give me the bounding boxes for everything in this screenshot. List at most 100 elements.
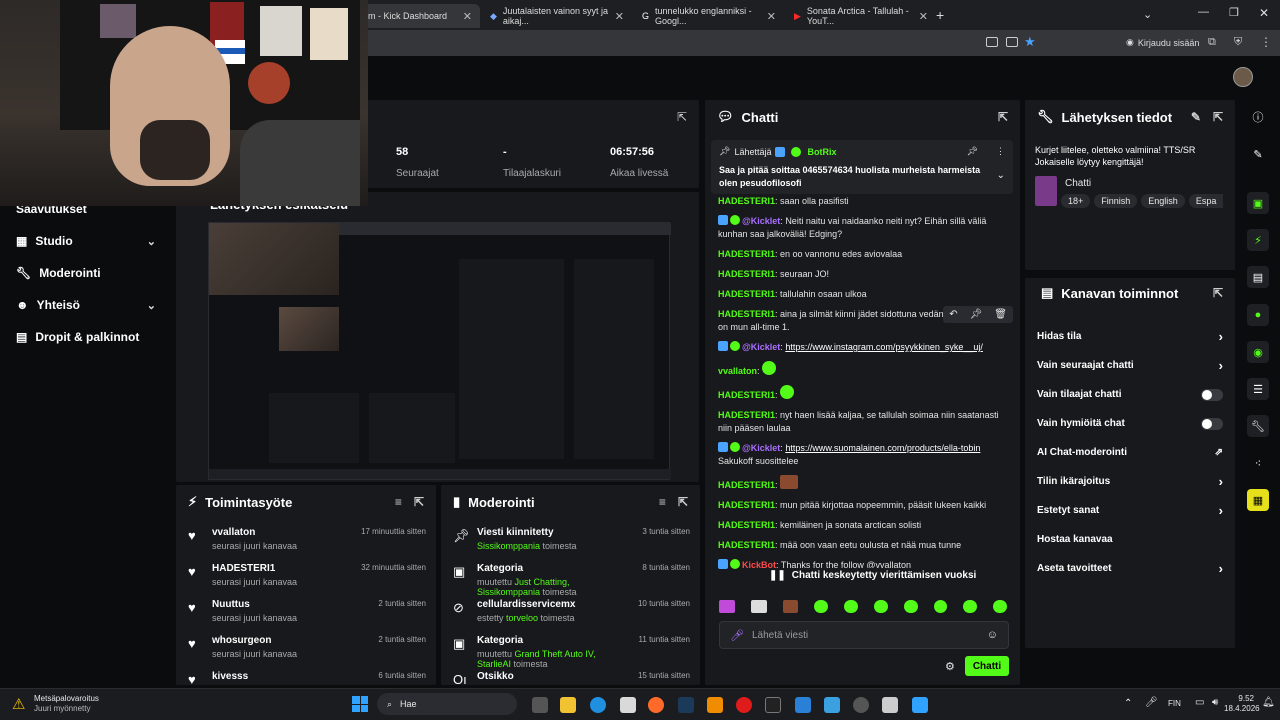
emote-icon[interactable] xyxy=(782,600,799,613)
chat-link[interactable]: https://www.instagram.com/psyykkinen_syk… xyxy=(785,342,983,352)
microphone-icon[interactable]: 🎤︎ xyxy=(730,629,744,642)
chat-username[interactable]: HADESTERI1 xyxy=(718,410,775,420)
unpin-icon[interactable]: 📌︎ xyxy=(967,146,978,157)
maximize-icon[interactable]: ❐ xyxy=(1229,6,1239,19)
emote-icon[interactable] xyxy=(873,600,888,613)
chat-input[interactable]: 🎤︎ Lähetä viesti ☺ xyxy=(719,621,1009,649)
popout-icon[interactable]: ⇱ xyxy=(677,110,687,124)
steam-icon[interactable] xyxy=(678,697,694,713)
info-icon[interactable]: ⓘ xyxy=(1247,106,1269,128)
edge-icon[interactable] xyxy=(590,697,606,713)
menu-icon[interactable]: ⋮ xyxy=(1260,35,1272,49)
weather-widget[interactable]: Metsäpalovaroitus Juuri myönnetty xyxy=(34,694,99,714)
popout-icon[interactable]: ⇱ xyxy=(1213,110,1223,124)
file-explorer-icon[interactable] xyxy=(560,697,576,713)
emote-icon[interactable] xyxy=(750,600,767,613)
app-icon[interactable] xyxy=(795,697,811,713)
chat-username[interactable]: vvallaton xyxy=(718,366,757,376)
language-indicator[interactable]: FIN xyxy=(1168,699,1181,708)
action-slow-mode[interactable]: Hidas tila › xyxy=(1025,322,1235,351)
chat-username[interactable]: @Kicklet xyxy=(742,216,780,226)
chat-username[interactable]: HADESTERI1 xyxy=(718,249,775,259)
chat-messages[interactable]: HADESTERI1: saan olla pasifisti @Kicklet… xyxy=(718,195,1013,595)
screen-icon[interactable]: ▣ xyxy=(1247,192,1269,214)
windows-start-icon[interactable] xyxy=(352,696,368,712)
chat-username[interactable]: HADESTERI1 xyxy=(718,390,775,400)
sidebar-item-studio[interactable]: ▦ Studio ⌄ xyxy=(16,234,156,248)
volume-icon[interactable]: 🔊︎ xyxy=(1212,697,1218,708)
chat-paused-banner[interactable]: ❚❚ Chatti keskeytetty vierittämisen vuoks… xyxy=(765,568,981,583)
trash-icon[interactable]: 🗑︎ xyxy=(994,308,1007,321)
taskbar-search[interactable]: ⌕ Hae xyxy=(377,693,517,715)
tab-google[interactable]: Gtunnelukko englanniksi - Googl... ✕ xyxy=(634,4,784,28)
tag[interactable]: 18+ xyxy=(1061,194,1091,208)
chat-username[interactable]: @Kicklet xyxy=(742,443,780,453)
shield-icon[interactable]: ⛨ xyxy=(1234,36,1242,49)
chat-username[interactable]: HADESTERI1 xyxy=(718,540,775,550)
pinned-message[interactable]: 📌︎ Lähettäjä BotRix 📌︎ ⋮ Saa ja pitää so… xyxy=(711,140,1013,194)
list-item[interactable]: ♥ vvallaton seurasi juuri kanavaa 17 minuut… xyxy=(176,519,436,555)
action-subscribers-only[interactable]: Vain tilaajat chatti xyxy=(1025,380,1235,409)
close-icon[interactable]: ✕ xyxy=(767,10,776,23)
wrench-icon[interactable]: 🔧︎ xyxy=(1247,415,1269,437)
sidebar-item-drops[interactable]: ▤ Dropit & palkinnot xyxy=(16,330,156,344)
app-icon[interactable] xyxy=(824,697,840,713)
notification-icon[interactable]: 🔔︎ xyxy=(1262,697,1275,708)
reply-icon[interactable]: ↶ xyxy=(949,308,957,321)
clock[interactable]: 9.52 18.4.2026 xyxy=(1224,694,1260,714)
action-host-channel[interactable]: Hostaa kanavaa xyxy=(1025,525,1235,554)
tab-list-icon[interactable]: ⌄ xyxy=(1143,8,1152,21)
popout-icon[interactable]: ⇱ xyxy=(998,110,1008,124)
filter-icon[interactable]: ≡ xyxy=(395,495,402,509)
list-item[interactable]: ♥ HADESTERI1 seurasi juuri kanavaa 32 minuu… xyxy=(176,555,436,591)
chat-icon[interactable]: ● xyxy=(1247,304,1269,326)
app-icon[interactable] xyxy=(882,697,898,713)
chat-username[interactable]: HADESTERI1 xyxy=(718,500,775,510)
chat-username[interactable]: HADESTERI1 xyxy=(718,520,775,530)
sidebar-item-community[interactable]: ☻ Yhteisö ⌄ xyxy=(16,298,156,312)
terminal-icon[interactable] xyxy=(765,697,781,713)
stream-preview-video[interactable] xyxy=(208,222,671,480)
task-view-icon[interactable] xyxy=(532,697,548,713)
list-icon[interactable]: ☰ xyxy=(1247,378,1269,400)
microphone-icon[interactable]: 🎤︎ xyxy=(1145,697,1158,708)
signin-button[interactable]: ◉ Kirjaudu sisään xyxy=(1126,37,1199,48)
avatar[interactable] xyxy=(1233,67,1253,87)
list-item[interactable]: ▣ Kategoria muutettu Grand Theft Auto IV, … xyxy=(441,627,700,669)
list-item[interactable]: ▣ Kategoria muutettu Just Chatting, Sissik… xyxy=(441,555,700,597)
network-icon[interactable]: ▭ xyxy=(1195,697,1204,708)
obs-icon[interactable] xyxy=(853,697,869,713)
minimize-icon[interactable]: — xyxy=(1198,6,1209,18)
chat-username[interactable]: @Kicklet xyxy=(742,342,780,352)
chat-username[interactable]: HADESTERI1 xyxy=(718,269,775,279)
notepad-icon[interactable] xyxy=(912,697,928,713)
tag[interactable]: Espa xyxy=(1188,194,1224,208)
sidebar-item-moderation[interactable]: 🔧︎ Moderointi xyxy=(16,266,156,280)
settings-icon[interactable]: ⚙ xyxy=(945,660,955,673)
list-item[interactable]: 📌︎ Viesti kiinnitetty Sissikomppania toime… xyxy=(441,519,700,555)
close-icon[interactable]: ✕ xyxy=(919,10,928,23)
toggle-switch[interactable] xyxy=(1201,388,1223,401)
list-item[interactable]: ♥ kivesss 6 tuntia sitten xyxy=(176,663,436,685)
tab-kick-dashboard[interactable]: m - Kick Dashboard ✕ xyxy=(360,4,480,28)
chevron-up-icon[interactable]: ⌃ xyxy=(1124,698,1132,709)
more-icon[interactable]: ⋮ xyxy=(996,146,1005,157)
emote-icon[interactable] xyxy=(993,600,1008,613)
chat-username[interactable]: HADESTERI1 xyxy=(718,289,775,299)
chevron-down-icon[interactable]: ⌄ xyxy=(997,170,1005,181)
opera-icon[interactable] xyxy=(736,697,752,713)
bolt-icon[interactable]: ⚡︎ xyxy=(1247,229,1269,251)
close-icon[interactable]: ✕ xyxy=(463,10,472,23)
tag[interactable]: English xyxy=(1141,194,1185,208)
chat-send-button[interactable]: Chatti xyxy=(965,656,1009,676)
list-item[interactable]: ♥ Nuuttus seurasi juuri kanavaa 2 tuntia si… xyxy=(176,591,436,627)
chat-username[interactable]: HADESTERI1 xyxy=(718,480,775,490)
filter-icon[interactable]: ≡ xyxy=(659,495,666,509)
tab-youtube[interactable]: ▶ Sonata Arctica - Tallulah - YouT... ✕ xyxy=(786,4,936,28)
popout-icon[interactable]: ⇱ xyxy=(414,495,424,509)
emote-icon[interactable] xyxy=(719,600,735,613)
pen-icon[interactable]: ✎ xyxy=(1247,143,1269,165)
emote-icon[interactable] xyxy=(844,600,858,613)
emote-icon[interactable] xyxy=(933,600,948,613)
action-emotes-only[interactable]: Vain hymiöitä chat xyxy=(1025,409,1235,438)
